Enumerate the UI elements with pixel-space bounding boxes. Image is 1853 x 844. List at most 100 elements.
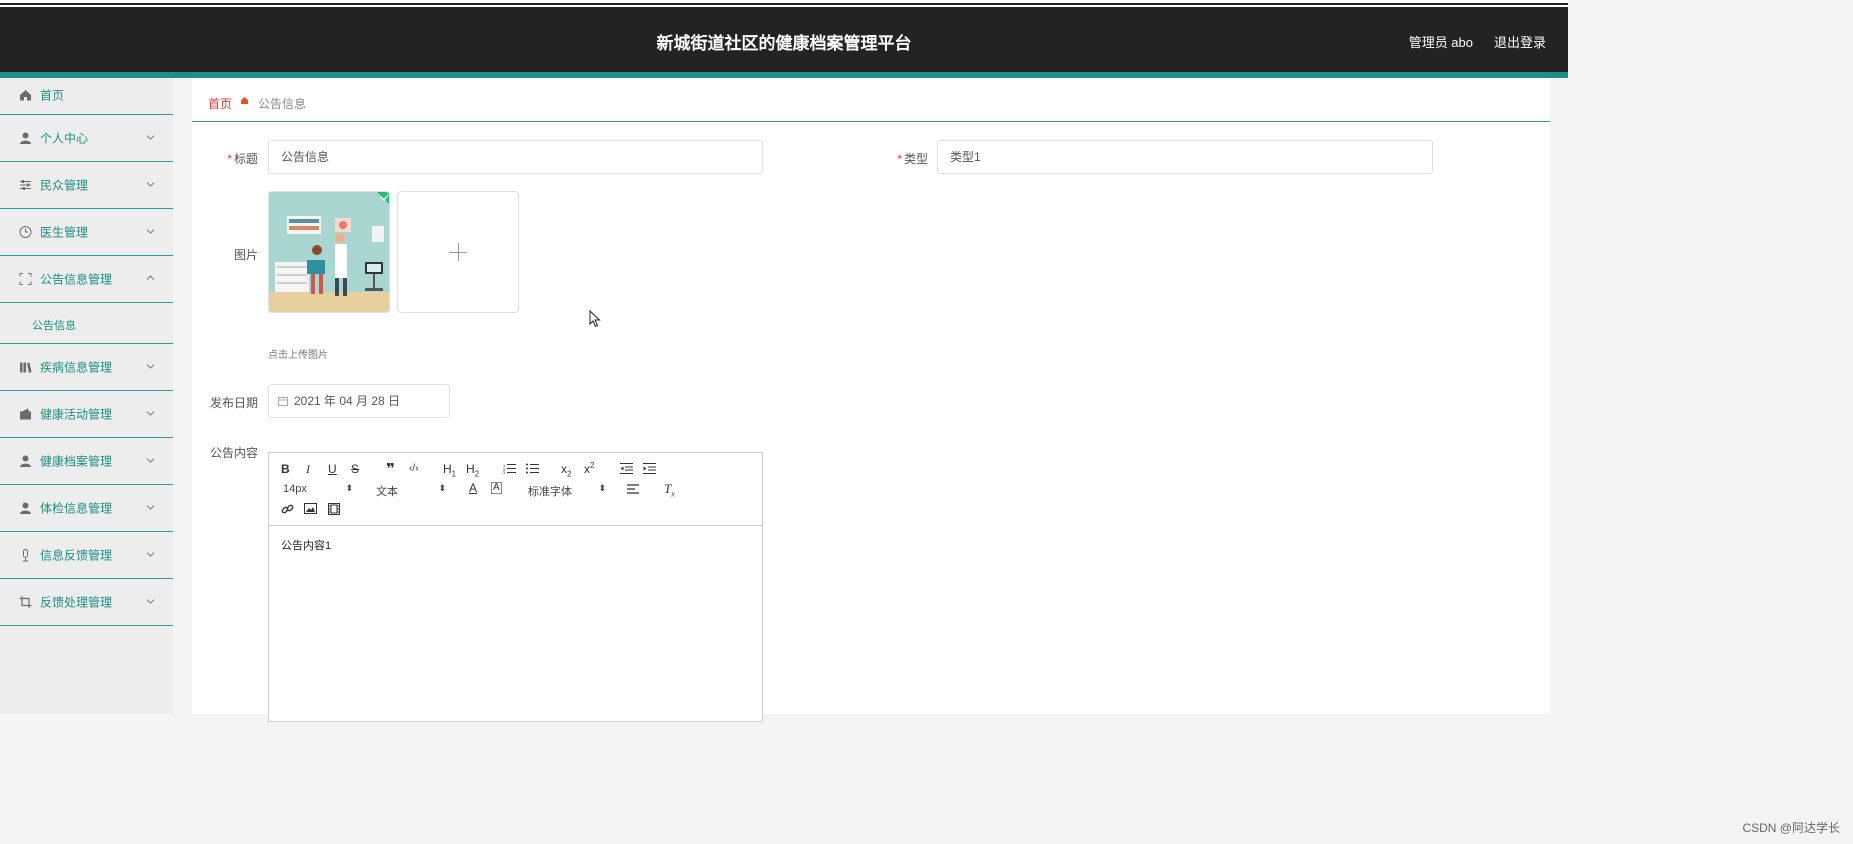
sidebar-item-label: 民众管理 xyxy=(40,178,89,193)
font-size-value: 14px xyxy=(283,483,307,495)
video-icon[interactable] xyxy=(328,503,340,515)
sidebar-item-label: 疾病信息管理 xyxy=(40,360,113,375)
text-color-button[interactable]: A xyxy=(469,481,477,495)
chevron-down-icon xyxy=(146,552,155,557)
books-icon xyxy=(20,362,32,373)
sliders-icon xyxy=(20,180,31,190)
chevron-up-icon xyxy=(146,275,155,280)
date-picker[interactable]: 2021 年 04 月 28 日 xyxy=(268,384,450,418)
blockquote-button[interactable]: ❞ xyxy=(386,460,395,478)
select-arrows-icon: ⬍ xyxy=(598,483,606,493)
breadcrumb-separator-icon xyxy=(241,97,248,104)
bullet-list-icon[interactable] xyxy=(526,463,539,474)
sidebar-item-doctors[interactable]: 医生管理 xyxy=(0,209,173,256)
sidebar-item-diseases[interactable]: 疾病信息管理 xyxy=(0,344,173,391)
image-icon[interactable] xyxy=(304,503,317,514)
sidebar-item-feedback-processing[interactable]: 反馈处理管理 xyxy=(0,579,173,626)
required-marker: * xyxy=(897,152,902,166)
chevron-down-icon xyxy=(146,135,155,140)
title-label-text: 标题 xyxy=(233,152,258,166)
chevron-down-icon xyxy=(146,599,155,604)
underline-button[interactable]: U xyxy=(328,462,337,476)
mic-icon xyxy=(23,549,28,562)
sidebar-item-personal[interactable]: 个人中心 xyxy=(0,115,173,162)
type-label: * 类型 xyxy=(890,150,928,167)
required-marker: * xyxy=(227,152,232,166)
clear-format-button[interactable]: Tx xyxy=(664,481,675,499)
date-label: 发布日期 xyxy=(209,396,258,410)
clinic-illustration-image xyxy=(269,192,389,312)
sidebar-item-label: 反馈处理管理 xyxy=(40,595,113,610)
italic-button[interactable]: I xyxy=(306,462,310,477)
editor-content[interactable]: 公告内容1 xyxy=(281,537,331,553)
date-value: 2021 年 04 月 28 日 xyxy=(294,394,401,408)
chevron-down-icon xyxy=(146,182,155,187)
user-icon xyxy=(20,455,31,467)
sidebar-item-label: 医生管理 xyxy=(40,225,89,240)
sidebar-item-label: 健康活动管理 xyxy=(40,407,113,422)
select-arrows-icon: ⬍ xyxy=(438,483,446,493)
app-title: 新城街道社区的健康档案管理平台 xyxy=(656,34,912,53)
sidebar-item-label: 个人中心 xyxy=(40,131,89,146)
outdent-icon[interactable] xyxy=(620,463,633,474)
watermark: CSDN @阿达学长 xyxy=(1742,821,1840,835)
mouse-cursor-icon xyxy=(589,310,601,328)
type-label-text: 类型 xyxy=(903,152,928,166)
sidebar-item-label: 首页 xyxy=(40,88,65,103)
subscript-button[interactable]: x2 xyxy=(561,462,571,478)
crop-icon xyxy=(19,596,32,608)
link-icon[interactable] xyxy=(281,503,294,516)
select-arrows-icon: ⬍ xyxy=(345,483,353,493)
breadcrumb: 首页 公告信息 xyxy=(192,78,1550,122)
sidebar-item-label: 健康档案管理 xyxy=(40,454,113,469)
sidebar-item-label: 体检信息管理 xyxy=(40,501,113,516)
chevron-down-icon xyxy=(146,458,155,463)
heading2-button[interactable]: H2 xyxy=(466,462,479,478)
breadcrumb-home-link[interactable]: 首页 xyxy=(208,95,232,112)
font-family-value: 标准字体 xyxy=(528,486,572,498)
plus-icon-vertical xyxy=(458,243,459,261)
sidebar-item-citizens[interactable]: 民众管理 xyxy=(0,162,173,209)
ordered-list-icon[interactable]: 123 xyxy=(503,463,516,474)
sidebar-item-checkups[interactable]: 体检信息管理 xyxy=(0,485,173,532)
clock-icon xyxy=(19,226,32,238)
sidebar-subitem-notice-info[interactable]: 公告信息 xyxy=(0,303,173,344)
code-block-button[interactable]: ‹/› xyxy=(409,463,418,474)
image-label: 图片 xyxy=(233,248,258,262)
sidebar-item-activities[interactable]: 健康活动管理 xyxy=(0,391,173,438)
content-label: 公告内容 xyxy=(209,446,258,460)
block-type-select[interactable]: 文本 ⬍ xyxy=(376,483,446,499)
bold-button[interactable]: B xyxy=(281,462,290,476)
upload-hint: 点击上传图片 xyxy=(268,350,328,361)
uploaded-image-thumbnail[interactable] xyxy=(268,191,390,313)
sidebar-item-feedback[interactable]: 信息反馈管理 xyxy=(0,532,173,579)
home-icon xyxy=(20,90,31,101)
rich-text-editor: B I U S ❞ ‹/› H1 H2 123 x2 x2 14px ⬍ 文本 ⬍ … xyxy=(268,452,763,722)
user-icon xyxy=(20,502,31,514)
logout-link[interactable]: 退出登录 xyxy=(1494,32,1546,51)
wallet-icon xyxy=(20,408,31,420)
type-input[interactable]: 类型1 xyxy=(937,140,1433,174)
font-size-select[interactable]: 14px ⬍ xyxy=(283,483,353,495)
strikethrough-button[interactable]: S xyxy=(351,462,359,476)
background-color-button[interactable]: A xyxy=(491,482,502,494)
main-content: 首页 公告信息 * 标题 公告信息 * 类型 类型1 图片 点击上传图片 发布日… xyxy=(192,78,1550,722)
image-upload-button[interactable] xyxy=(397,191,519,313)
sidebar-item-notices[interactable]: 公告信息管理 xyxy=(0,256,173,303)
sidebar-item-home[interactable]: 首页 xyxy=(0,78,173,115)
heading1-button[interactable]: H1 xyxy=(443,462,456,478)
chevron-down-icon xyxy=(146,505,155,510)
superscript-button[interactable]: x2 xyxy=(584,461,594,476)
breadcrumb-current: 公告信息 xyxy=(258,97,307,111)
align-left-icon[interactable] xyxy=(627,484,639,494)
title-input[interactable]: 公告信息 xyxy=(268,140,763,174)
top-border xyxy=(0,0,1568,7)
block-type-value: 文本 xyxy=(376,486,398,498)
indent-icon[interactable] xyxy=(643,463,656,474)
sidebar-item-health-records[interactable]: 健康档案管理 xyxy=(0,438,173,485)
calendar-icon xyxy=(278,397,288,406)
sidebar-item-label: 信息反馈管理 xyxy=(40,548,113,563)
font-family-select[interactable]: 标准字体 ⬍ xyxy=(528,483,606,499)
svg-text:3: 3 xyxy=(503,470,506,474)
sidebar: 首页 个人中心 民众管理 医生管理 公告信息管理 公告信息 疾病信息管理 健康活… xyxy=(0,78,173,714)
